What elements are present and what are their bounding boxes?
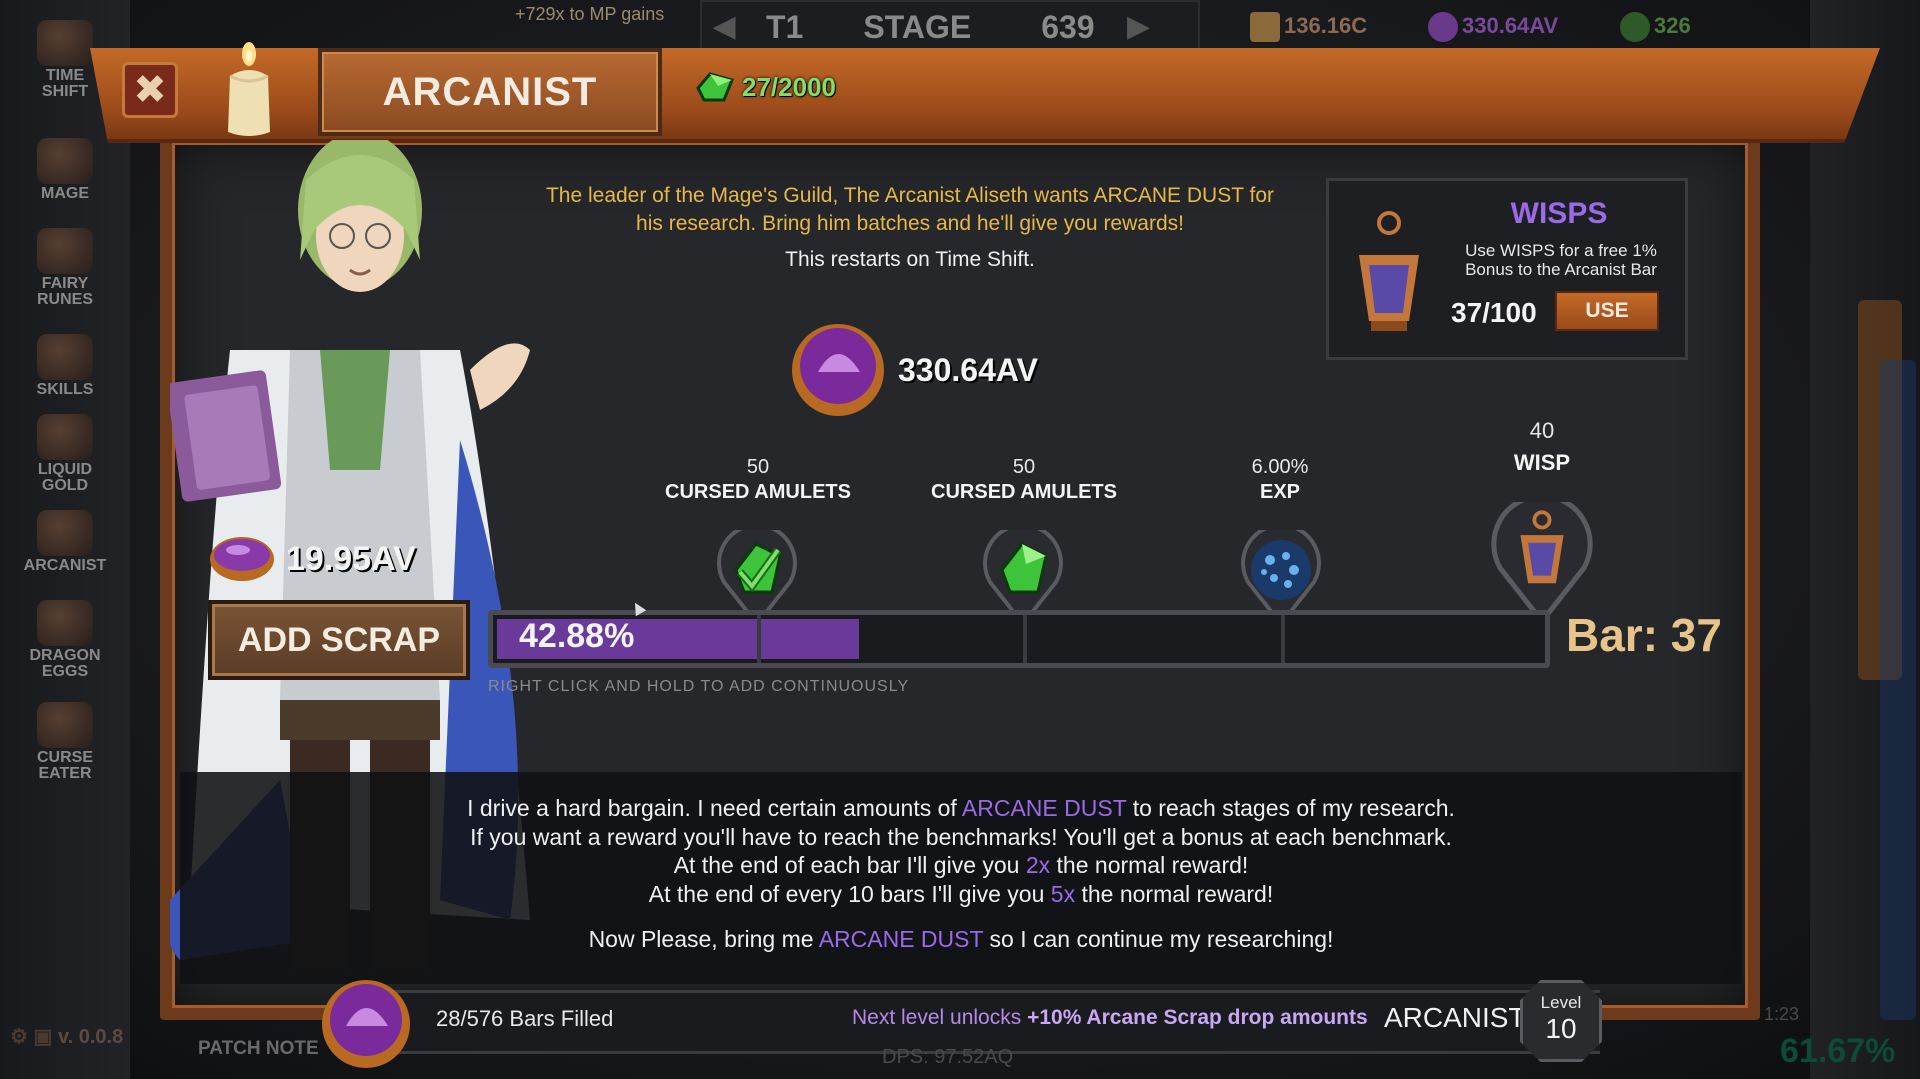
arcane-dust-orb-icon: [792, 324, 884, 416]
dialogue-line-5: Now Please, bring me ARCANE DUST so I ca…: [588, 926, 1334, 952]
coins-resource: 136.16C: [1250, 12, 1367, 42]
arcanist-description: The leader of the Mage's Guild, The Arca…: [545, 184, 1275, 235]
modal-title: ARCANIST: [382, 69, 598, 114]
mp-gains-text: +729x to MP gains: [515, 4, 665, 24]
footer-arcanist-name: ARCANIST: [1384, 1002, 1526, 1033]
reward-4-label: 40 WISP: [1513, 418, 1571, 475]
candle-icon: [228, 42, 270, 136]
coin-bag-icon: [1250, 12, 1280, 42]
use-wisps-button[interactable]: USE: [1555, 291, 1659, 331]
dialogue-line-1: I drive a hard bargain. I need certain a…: [467, 795, 1455, 821]
dps-readout: DPS: 97.52AQ: [882, 1046, 1014, 1068]
experience-percent: 61.67%: [1780, 1032, 1896, 1070]
level-badge: Level 10: [1520, 980, 1602, 1062]
reward-2-label: 50 CURSED AMULETS: [931, 456, 1117, 503]
gem-counter: 27/2000: [694, 70, 836, 104]
left-sidebar: TIME SHIFT MAGE FAIRY RUNES SKILLS LIQUI…: [0, 0, 130, 1079]
bar-number: Bar: 37: [1566, 609, 1722, 661]
sidebar-item-liquid-gold[interactable]: LIQUID GOLD: [22, 414, 108, 494]
sidebar-item-skills[interactable]: SKILLS: [22, 334, 108, 398]
benchmark-divider: [1023, 615, 1027, 663]
sidebar-item-arcanist[interactable]: ARCANIST: [22, 510, 108, 574]
wisp-lantern-icon[interactable]: [1490, 502, 1594, 624]
close-icon: ✖: [133, 67, 167, 113]
skull-icon: [37, 702, 93, 748]
stage-tier: T1: [766, 8, 804, 45]
sidebar-item-mage[interactable]: MAGE: [22, 138, 108, 202]
experience-tab[interactable]: [1880, 360, 1916, 1020]
stage-number: 639: [1041, 8, 1095, 45]
time-shift-icon: [37, 20, 93, 66]
next-level-unlock: Next level unlocks +10% Arcane Scrap dro…: [852, 1006, 1368, 1029]
mage-icon: [37, 138, 93, 184]
arcane-dust-bowl-icon: [210, 537, 274, 581]
arcanist-dialogue: I drive a hard bargain. I need certain a…: [180, 772, 1742, 984]
sidebar-item-curse-eater[interactable]: CURSE EATER: [22, 702, 108, 782]
sidebar-item-dragon-eggs[interactable]: DRAGON EGGS: [22, 600, 108, 680]
restart-note: This restarts on Time Shift.: [785, 248, 1035, 271]
dust-resource: 330.64AV: [1428, 12, 1558, 42]
stage-prev-button[interactable]: ◀: [702, 2, 746, 52]
wisps-panel: WISPS Use WISPS for a free 1% Bonus to t…: [1326, 178, 1688, 360]
arcane-dust-orb-icon: [322, 980, 410, 1068]
version-label: ⚙ ▣ v. 0.0.8: [10, 1026, 124, 1048]
modal-title-plate: ARCANIST: [318, 48, 662, 136]
stage-label: STAGE: [863, 8, 972, 45]
add-hint: RIGHT CLICK AND HOLD TO ADD CONTINUOUSLY: [488, 678, 910, 695]
benchmark-divider: [1281, 615, 1285, 663]
skills-icon: [37, 334, 93, 380]
dialogue-line-3: At the end of each bar I'll give you 2x …: [673, 852, 1249, 878]
save-icon[interactable]: ▣: [34, 1026, 53, 1048]
fairy-runes-icon: [37, 228, 93, 274]
dialogue-line-4: At the end of every 10 bars I'll give yo…: [648, 880, 1274, 907]
stage-next-button[interactable]: ▶: [1117, 2, 1161, 52]
gems-resource: 326: [1620, 12, 1691, 42]
lantern-icon: [1359, 211, 1419, 331]
wisps-description: Use WISPS for a free 1% Bonus to the Arc…: [1465, 241, 1657, 279]
wisps-title: WISPS: [1510, 197, 1608, 230]
benchmark-divider: [757, 615, 761, 663]
liquid-gold-icon: [37, 414, 93, 460]
patch-notes-button[interactable]: PATCH NOTE: [198, 1038, 319, 1060]
dust-orb-icon: [1428, 12, 1458, 42]
gem-icon: [1620, 12, 1650, 42]
right-sidebar: [1810, 0, 1920, 1079]
bars-filled-count: 28/576 Bars Filled: [436, 1006, 614, 1031]
reward-1-label: 50 CURSED AMULETS: [665, 456, 851, 503]
green-gem-icon: [696, 72, 735, 102]
progress-percent: 42.88%: [519, 617, 635, 655]
wisps-count: 37/100: [1451, 297, 1537, 328]
sidebar-item-fairy-runes[interactable]: FAIRY RUNES: [22, 228, 108, 308]
arcane-dust-total: 330.64AV: [788, 322, 1038, 418]
arcanist-progress-bar: 42.88%: [488, 610, 1550, 668]
timer-readout: 1:23: [1764, 1004, 1800, 1024]
gear-icon[interactable]: ⚙: [10, 1026, 28, 1048]
dialogue-line-2: If you want a reward you'll have to reac…: [470, 823, 1452, 850]
player-dust-amount: 19.95AV: [208, 534, 416, 584]
dragon-egg-icon: [37, 600, 93, 646]
arcanist-icon: [37, 510, 93, 556]
add-scrap-button[interactable]: ADD SCRAP: [208, 600, 470, 680]
close-button[interactable]: ✖: [122, 62, 178, 118]
reward-3-label: 6.00% EXP: [1251, 456, 1309, 503]
stage-selector: ◀ T1 STAGE 639 ▶: [700, 0, 1200, 54]
